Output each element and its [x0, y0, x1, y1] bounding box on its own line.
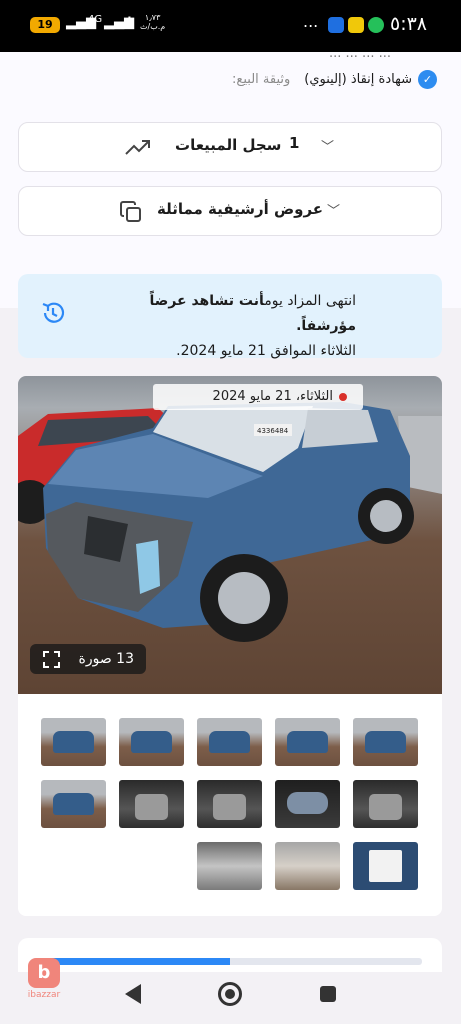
ibazzar-logo: b ibazzar	[24, 958, 64, 1006]
back-icon[interactable]	[125, 984, 141, 1004]
photo-count-label: 13 صورة	[78, 651, 135, 667]
photo-thumbnail[interactable]	[197, 718, 262, 766]
status-bar: 19 ▂▄▆ 4G ▂▄▆ ✱ ١٫٧٣ م.ب/ث ... ٥:٣٨	[0, 0, 461, 52]
photo-gallery: 4336484 الثلاثاء، 21 مايو 2024 13 صورة	[18, 376, 442, 916]
copy-icon	[120, 201, 141, 222]
similar-archived-label: عروض أرشيفية مماثلة	[157, 200, 324, 218]
progress-bar	[38, 958, 422, 965]
photo-thumbnail[interactable]	[119, 780, 184, 828]
home-icon[interactable]	[218, 982, 242, 1006]
sales-count: 1	[289, 134, 300, 152]
sales-history-toggle[interactable]: ﹀ 1 سجل المبيعات	[18, 122, 442, 172]
photo-thumbnail[interactable]	[275, 780, 340, 828]
photo-thumbnail[interactable]	[275, 718, 340, 766]
notes-app-icon	[348, 17, 364, 33]
next-section-card	[18, 938, 442, 972]
network-speed: ١٫٧٣ م.ب/ث	[140, 13, 166, 31]
verified-check-icon: ✓	[418, 70, 437, 89]
sale-document-label: وثيقة البيع:	[232, 72, 291, 87]
certificate-text: شهادة إنقاذ (إلينوي)	[304, 72, 412, 87]
recent-apps-icon[interactable]	[320, 986, 336, 1002]
history-icon	[42, 302, 65, 323]
photo-thumbnail[interactable]	[119, 718, 184, 766]
lot-sticker-text: 4336484	[257, 427, 289, 435]
battery-icon: 19	[30, 17, 60, 33]
chevron-down-icon: ﹀	[321, 140, 335, 155]
bluetooth-icon: ✱	[124, 15, 135, 30]
photo-thumbnail[interactable]	[197, 842, 262, 890]
progress-fill	[38, 958, 230, 965]
page: ... ... ... ... ✓ شهادة إنقاذ (إلينوي) و…	[0, 52, 461, 972]
phone-app-icon	[328, 17, 344, 33]
status-dot-icon	[339, 392, 347, 401]
photo-thumbnail[interactable]	[353, 780, 418, 828]
main-vehicle-photo[interactable]: 4336484 الثلاثاء، 21 مايو 2024 13 صورة	[18, 376, 442, 694]
similar-archived-toggle[interactable]: ﹀ عروض أرشيفية مماثلة	[18, 186, 442, 236]
photo-date-label: الثلاثاء، 21 مايو 2024	[153, 384, 363, 410]
photo-thumbnail[interactable]	[275, 842, 340, 890]
photo-thumbnail[interactable]	[41, 780, 106, 828]
archived-notice-text: انتهى المزاد يومأنت تشاهد عرضاً مؤرشفاً.…	[149, 293, 356, 359]
photo-count-button[interactable]: 13 صورة	[30, 644, 146, 674]
fullscreen-icon	[43, 651, 60, 668]
trending-up-icon	[125, 140, 150, 155]
thumbnail-grid	[41, 718, 418, 890]
photo-thumbnail[interactable]	[353, 842, 418, 890]
chevron-down-icon: ﹀	[327, 204, 341, 219]
photo-thumbnail[interactable]	[353, 718, 418, 766]
cut-off-text: ... ... ... ...	[329, 52, 391, 61]
whatsapp-icon	[368, 17, 384, 33]
photo-thumbnail[interactable]	[41, 718, 106, 766]
system-nav-bar	[0, 972, 461, 1024]
certificate-row: ✓ شهادة إنقاذ (إلينوي) وثيقة البيع:	[232, 70, 437, 89]
sales-history-label: سجل المبيعات	[175, 136, 282, 154]
network-label: 4G	[88, 14, 103, 25]
lot-details-card: ... ... ... ... ✓ شهادة إنقاذ (إلينوي) و…	[0, 52, 461, 308]
photo-thumbnail[interactable]	[197, 780, 262, 828]
archived-notice: انتهى المزاد يومأنت تشاهد عرضاً مؤرشفاً.…	[18, 274, 442, 359]
clock: ٥:٣٨	[390, 13, 428, 35]
more-notifications-icon: ...	[303, 12, 319, 31]
